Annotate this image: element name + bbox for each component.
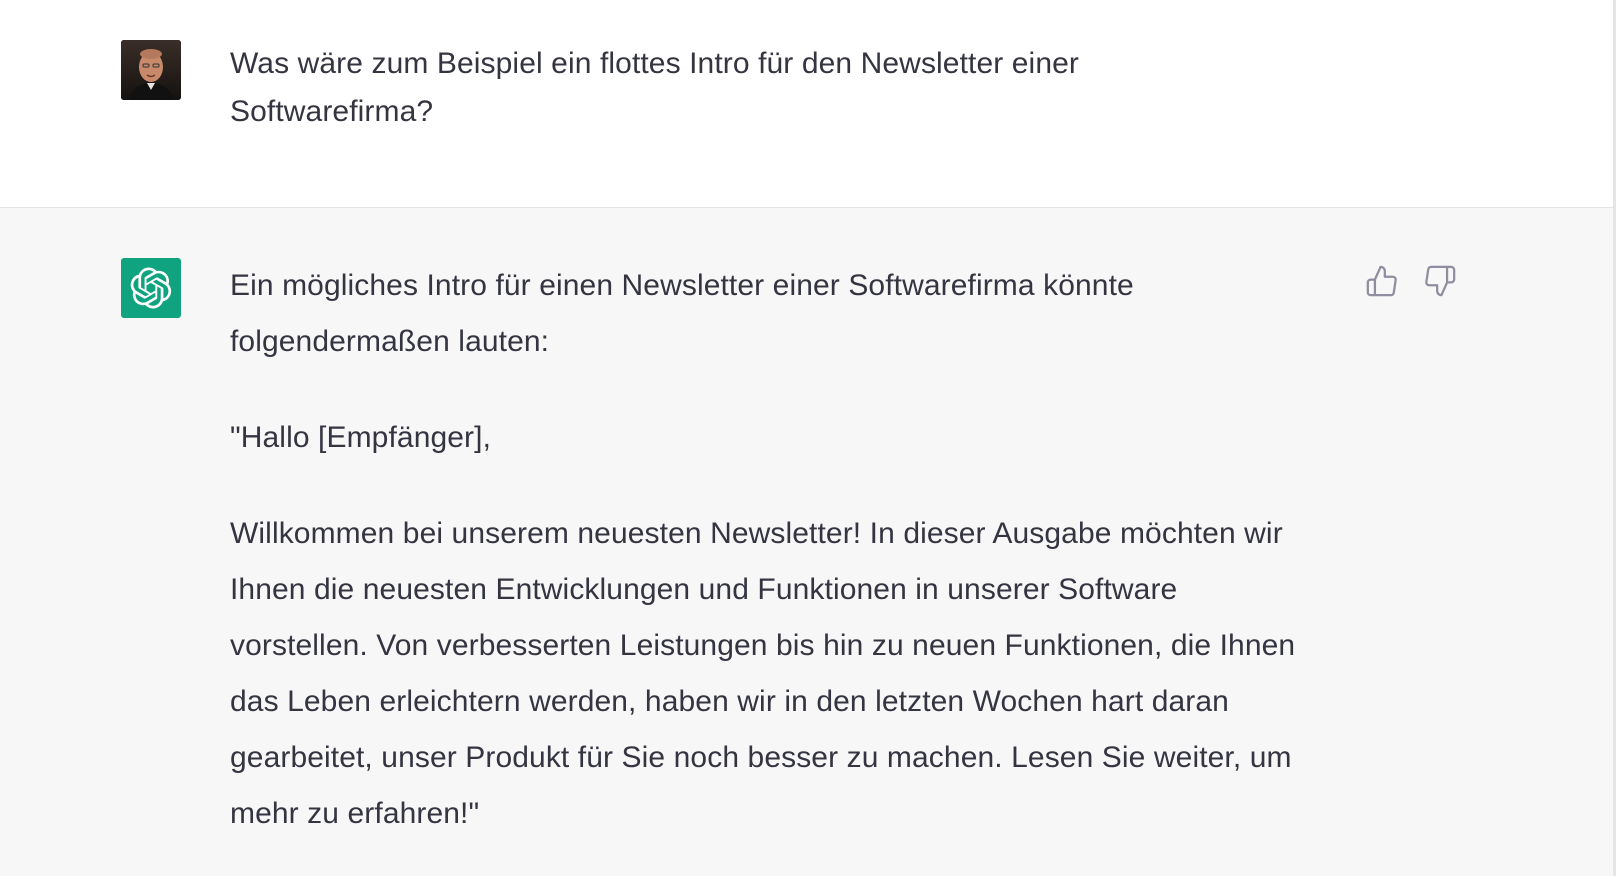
assistant-paragraph: "Hallo [Empfänger], [230,421,492,454]
assistant-avatar [121,258,181,318]
assistant-paragraph: Willkommen bei unserem neuesten Newslett… [230,517,1296,830]
openai-logo-icon [130,267,172,309]
assistant-message-block: Ein mögliches Intro für einen Newsletter… [0,208,1616,876]
user-photo-avatar [121,40,181,100]
thumbs-down-icon [1425,265,1456,297]
user-avatar [121,40,181,100]
user-message-block: Was wäre zum Beispiel ein flottes Intro … [0,0,1616,208]
user-message-text: Was wäre zum Beispiel ein flottes Intro … [230,47,1079,128]
thumbs-up-icon [1366,265,1397,297]
assistant-message-text: Ein mögliches Intro für einen Newsletter… [230,258,1320,876]
feedback-buttons [1364,263,1458,299]
thumbs-down-button[interactable] [1422,263,1458,299]
chat-page: Was wäre zum Beispiel ein flottes Intro … [0,0,1616,876]
thumbs-up-button[interactable] [1364,263,1400,299]
assistant-paragraph: Ein mögliches Intro für einen Newsletter… [230,269,1134,358]
